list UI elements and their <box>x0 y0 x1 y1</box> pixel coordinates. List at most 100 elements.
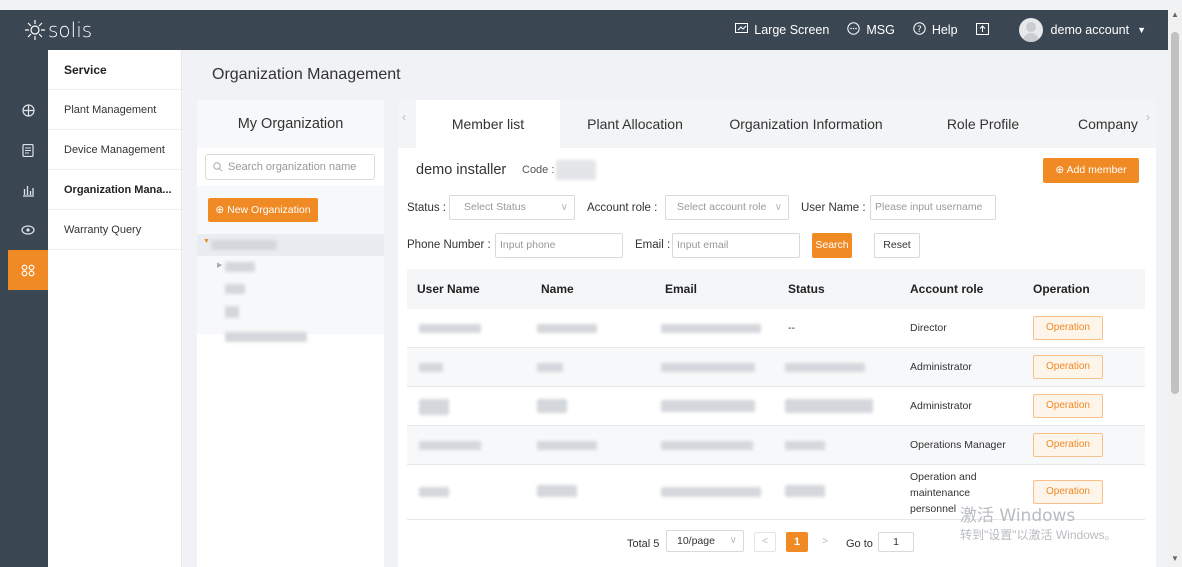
username-input[interactable]: Please input username <box>870 195 996 220</box>
chat-icon <box>847 22 861 38</box>
phone-input[interactable]: Input phone <box>495 233 623 258</box>
reset-button[interactable]: Reset <box>874 233 920 258</box>
current-page[interactable]: 1 <box>786 532 808 552</box>
goto-label: Go to <box>846 538 873 550</box>
org-search-placeholder: Search organization name <box>228 161 357 173</box>
top-nav: Large Screen MSG ? Help demo account ▼ <box>717 10 1146 50</box>
monitor-icon <box>735 22 749 38</box>
table-row: Administrator Operation <box>407 348 1145 387</box>
watermark-line-2: 转到"设置"以激活 Windows。 <box>960 528 1117 543</box>
svg-text:?: ? <box>917 25 922 35</box>
tree-node-selected[interactable]: ▼ <box>197 234 384 256</box>
role-line: maintenance <box>910 487 971 499</box>
page-size-select[interactable]: 10/page ∨ <box>666 530 744 552</box>
tree-caret-icon: ▼ <box>203 238 210 245</box>
tab-plant-allocation[interactable]: Plant Allocation <box>568 100 702 148</box>
table-row: -- Director Operation <box>407 309 1145 348</box>
account-role-placeholder: Select account role <box>677 201 767 213</box>
chevron-down-icon: ∨ <box>729 535 737 546</box>
prev-page-icon[interactable]: < <box>754 532 776 552</box>
role-line: Operation and <box>910 471 977 483</box>
status-cell: -- <box>788 322 795 334</box>
tab-organization-information[interactable]: Organization Information <box>716 100 896 148</box>
phone-filter-label: Phone Number : <box>407 239 491 251</box>
page-scrollbar[interactable]: ▲ ▼ <box>1168 10 1182 567</box>
role-cell: Operations Manager <box>910 439 1006 451</box>
globe-icon[interactable] <box>8 90 48 130</box>
sidebar-item-organization-management[interactable]: Organization Mana... <box>48 170 181 210</box>
scroll-up-icon[interactable]: ▲ <box>1171 10 1179 19</box>
scrollbar-thumb[interactable] <box>1171 32 1179 394</box>
email-input[interactable]: Input email <box>672 233 800 258</box>
tab-company[interactable]: Company <box>1066 100 1146 148</box>
msg-label: MSG <box>866 23 895 37</box>
new-organization-button[interactable]: ⊕ New Organization <box>208 198 318 222</box>
msg-link[interactable]: MSG <box>847 22 895 38</box>
help-link[interactable]: ? Help <box>913 22 958 38</box>
tab-scroll-right-icon[interactable]: › <box>1146 110 1150 124</box>
role-cell: Administrator <box>910 400 972 412</box>
eye-icon[interactable] <box>8 210 48 250</box>
sun-logo-icon <box>25 20 45 40</box>
icon-sidebar <box>8 50 48 567</box>
add-member-button[interactable]: ⊕ Add member <box>1043 158 1139 183</box>
sidebar-item-warranty-query[interactable]: Warranty Query <box>48 210 181 250</box>
logo-text: solis <box>48 18 93 42</box>
export-button[interactable] <box>975 22 995 38</box>
status-filter-label: Status : <box>407 202 446 214</box>
username-filter-label: User Name : <box>801 202 866 214</box>
search-icon <box>213 155 223 179</box>
export-icon <box>975 22 989 38</box>
large-screen-label: Large Screen <box>754 23 830 37</box>
tab-bar: ‹ Member list Plant Allocation Organizat… <box>398 100 1156 148</box>
operation-button[interactable]: Operation <box>1033 394 1103 418</box>
code-label: Code : <box>522 164 555 176</box>
org-search-input[interactable]: Search organization name <box>205 154 375 180</box>
top-bar: solis Large Screen MSG ? Help demo accou… <box>0 10 1182 50</box>
tab-member-list[interactable]: Member list <box>416 100 560 148</box>
col-user-name: User Name <box>417 282 480 296</box>
chevron-down-icon: ∨ <box>560 202 568 213</box>
operation-button[interactable]: Operation <box>1033 316 1103 340</box>
help-label: Help <box>931 23 958 37</box>
operation-button[interactable]: Operation <box>1033 355 1103 379</box>
document-icon[interactable] <box>8 130 48 170</box>
sidebar-item-plant-management[interactable]: Plant Management <box>48 90 181 130</box>
username-placeholder: Please input username <box>875 201 983 213</box>
tab-scroll-left-icon[interactable]: ‹ <box>402 110 406 124</box>
tab-role-profile[interactable]: Role Profile <box>928 100 1038 148</box>
service-menu: Service Plant Management Device Manageme… <box>48 50 182 567</box>
page-title: Organization Management <box>212 66 401 83</box>
table-row: Operations Manager Operation <box>407 426 1145 465</box>
windows-activation-watermark: 激活 Windows 转到"设置"以激活 Windows。 <box>960 506 1117 543</box>
status-select[interactable]: Select Status ∨ <box>449 195 575 220</box>
next-page-icon[interactable]: > <box>814 532 836 552</box>
service-header: Service <box>48 50 181 90</box>
search-button[interactable]: Search <box>812 233 852 258</box>
organization-panel: My Organization Search organization name… <box>197 100 384 567</box>
tree-node[interactable]: ▶ <box>217 260 277 274</box>
avatar <box>1018 18 1043 42</box>
scroll-down-icon[interactable]: ▼ <box>1171 554 1179 563</box>
tree-expand-icon: ▶ <box>217 262 223 269</box>
goto-input[interactable]: 1 <box>878 532 914 552</box>
col-email: Email <box>665 282 698 296</box>
col-operation: Operation <box>1033 282 1090 296</box>
org-panel-title: My Organization <box>197 100 384 148</box>
role-cell: Director <box>910 322 947 334</box>
large-screen-link[interactable]: Large Screen <box>735 22 830 38</box>
account-menu[interactable]: demo account ▼ <box>1018 18 1146 42</box>
sidebar-item-device-management[interactable]: Device Management <box>48 130 181 170</box>
watermark-line-1: 激活 Windows <box>960 506 1076 526</box>
email-placeholder: Input email <box>677 239 729 251</box>
chevron-down-icon: ∨ <box>774 202 782 213</box>
operation-button[interactable]: Operation <box>1033 433 1103 457</box>
status-select-placeholder: Select Status <box>464 201 526 213</box>
col-status: Status <box>788 282 825 296</box>
page-size-value: 10/page <box>677 535 715 547</box>
account-role-select[interactable]: Select account role ∨ <box>665 195 789 220</box>
chart-icon[interactable] <box>8 170 48 210</box>
apps-icon[interactable] <box>8 250 48 290</box>
solis-logo[interactable]: solis <box>24 18 92 42</box>
operation-button[interactable]: Operation <box>1033 480 1103 504</box>
